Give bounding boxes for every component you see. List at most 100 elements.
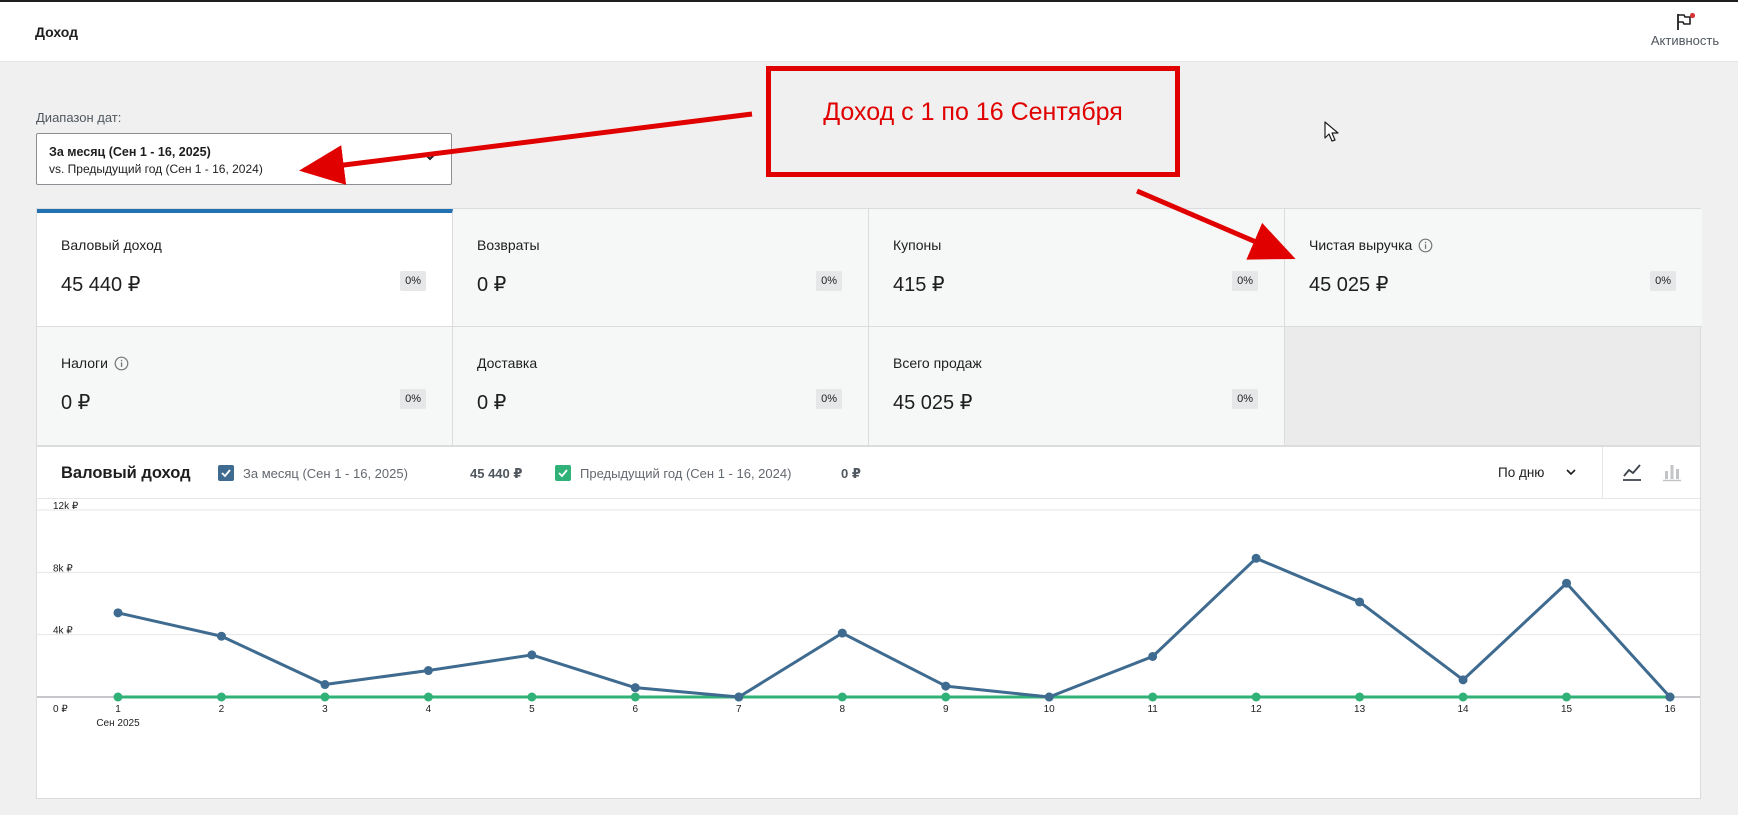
activity-label: Активность bbox=[1650, 33, 1720, 48]
flag-icon bbox=[1677, 12, 1696, 30]
x-tick-label: 12 bbox=[1251, 704, 1263, 715]
card-value: 415 ₽ bbox=[893, 274, 945, 296]
data-point bbox=[113, 692, 123, 702]
chart-title: Валовый доход bbox=[61, 464, 191, 482]
page-header: Доход Активность bbox=[0, 2, 1738, 62]
legend-total-previous: 0 ₽ bbox=[841, 466, 861, 481]
card-coupons[interactable]: Купоны 415 ₽ 0% bbox=[869, 209, 1285, 327]
annotation-callout-text: Доход с 1 по 16 Сентября bbox=[823, 98, 1123, 126]
card-label: Доставка bbox=[477, 355, 538, 371]
summary-cards: Валовый доход 45 440 ₽ 0% Возвраты 0 ₽ 0… bbox=[36, 208, 1702, 446]
legend-total-current: 45 440 ₽ bbox=[470, 466, 523, 481]
annotation-callout: Доход с 1 по 16 Сентября bbox=[766, 66, 1180, 177]
x-tick-label: 10 bbox=[1044, 704, 1056, 715]
checkbox-checked-icon[interactable] bbox=[555, 465, 571, 481]
chart-panel: Валовый доход За месяц (Сен 1 - 16, 2025… bbox=[36, 446, 1701, 799]
y-tick-label: 12k ₽ bbox=[53, 501, 79, 512]
data-point bbox=[941, 681, 951, 691]
x-tick-label: 14 bbox=[1458, 704, 1470, 715]
data-point bbox=[734, 692, 744, 702]
info-icon bbox=[114, 356, 129, 370]
x-tick-label: 13 bbox=[1354, 704, 1366, 715]
x-tick-label: 7 bbox=[736, 704, 742, 715]
x-tick-label: 8 bbox=[839, 704, 845, 715]
card-label: Налоги bbox=[61, 355, 108, 371]
card-total-sales[interactable]: Всего продаж 45 025 ₽ 0% bbox=[869, 327, 1285, 445]
x-sublabel: Сен 2025 bbox=[96, 718, 140, 729]
legend-label: За месяц (Сен 1 - 16, 2025) bbox=[243, 465, 408, 481]
series-line bbox=[117, 556, 1672, 699]
data-point bbox=[1355, 692, 1365, 702]
card-label: Купоны bbox=[893, 237, 942, 253]
data-point bbox=[1044, 692, 1054, 702]
card-delta-badge: 0% bbox=[400, 389, 426, 409]
x-tick-label: 11 bbox=[1147, 704, 1158, 715]
data-point bbox=[320, 692, 330, 702]
bar-chart-icon[interactable] bbox=[1661, 461, 1683, 483]
data-point bbox=[216, 692, 226, 702]
card-label: Чистая выручка bbox=[1309, 237, 1413, 253]
date-range-secondary: vs. Предыдущий год (Сен 1 - 16, 2024) bbox=[49, 162, 263, 176]
x-tick-label: 9 bbox=[943, 704, 949, 715]
card-refunds[interactable]: Возвраты 0 ₽ 0% bbox=[453, 209, 869, 327]
data-point bbox=[837, 692, 847, 702]
data-point bbox=[1251, 553, 1261, 563]
data-point bbox=[1458, 692, 1468, 702]
data-point bbox=[113, 608, 123, 618]
line-chart: 0 ₽4k ₽8k ₽12k ₽1 2 3 4 5 6 7 8 9 10 11 12 13 14 15 16С… bbox=[37, 501, 1700, 729]
card-net-revenue[interactable]: Чистая выручка 45 025 ₽ 0% bbox=[1285, 209, 1702, 327]
data-point bbox=[630, 692, 640, 702]
legend-item-previous[interactable]: Предыдущий год (Сен 1 - 16, 2024) bbox=[555, 465, 791, 481]
checkbox-checked-icon[interactable] bbox=[218, 465, 234, 481]
x-tick-label: 6 bbox=[633, 704, 639, 715]
card-delta-badge: 0% bbox=[1232, 389, 1258, 409]
legend-item-current[interactable]: За месяц (Сен 1 - 16, 2025) bbox=[218, 465, 408, 481]
interval-select[interactable]: По дню bbox=[1498, 465, 1576, 480]
card-label: Всего продаж bbox=[893, 355, 982, 371]
chart-type-toggle bbox=[1602, 447, 1700, 499]
card-value: 45 025 ₽ bbox=[1309, 274, 1389, 296]
card-value: 45 440 ₽ bbox=[61, 274, 141, 296]
card-delta-badge: 0% bbox=[1232, 271, 1258, 291]
data-point bbox=[216, 631, 226, 641]
activity-button[interactable]: Активность bbox=[1640, 12, 1730, 48]
info-icon bbox=[1418, 238, 1433, 252]
card-shipping[interactable]: Доставка 0 ₽ 0% bbox=[453, 327, 869, 445]
x-tick-label: 1 bbox=[115, 704, 121, 715]
data-point bbox=[1148, 651, 1158, 661]
interval-label: По дню bbox=[1498, 465, 1545, 480]
chart-header: Валовый доход За месяц (Сен 1 - 16, 2025… bbox=[37, 447, 1700, 499]
y-tick-label: 4k ₽ bbox=[53, 626, 73, 637]
x-tick-label: 3 bbox=[322, 704, 328, 715]
data-point bbox=[1355, 597, 1365, 607]
data-point bbox=[941, 692, 951, 702]
data-point bbox=[1665, 692, 1675, 702]
x-tick-label: 16 bbox=[1664, 704, 1676, 715]
data-point bbox=[630, 683, 640, 693]
card-taxes[interactable]: Налоги 0 ₽ 0% bbox=[37, 327, 453, 445]
data-point bbox=[423, 666, 433, 676]
date-range-label: Диапазон дат: bbox=[36, 110, 122, 125]
card-delta-badge: 0% bbox=[816, 271, 842, 291]
line-chart-icon[interactable] bbox=[1621, 461, 1643, 483]
data-point bbox=[1251, 692, 1261, 702]
card-delta-badge: 0% bbox=[1650, 271, 1676, 291]
x-tick-label: 15 bbox=[1561, 704, 1573, 715]
data-point bbox=[320, 680, 330, 690]
card-value: 45 025 ₽ bbox=[893, 392, 973, 414]
card-delta-badge: 0% bbox=[816, 389, 842, 409]
data-point bbox=[423, 692, 433, 702]
x-tick-label: 5 bbox=[529, 704, 535, 715]
data-point bbox=[1458, 675, 1468, 685]
card-label: Валовый доход bbox=[61, 237, 162, 253]
y-tick-label: 0 ₽ bbox=[53, 704, 68, 715]
card-label: Возвраты bbox=[477, 237, 540, 253]
card-value: 0 ₽ bbox=[477, 392, 507, 414]
card-value: 0 ₽ bbox=[477, 274, 507, 296]
card-gross-revenue[interactable]: Валовый доход 45 440 ₽ 0% bbox=[37, 209, 453, 327]
date-range-primary: За месяц (Сен 1 - 16, 2025) bbox=[49, 145, 211, 159]
data-point bbox=[527, 692, 537, 702]
card-value: 0 ₽ bbox=[61, 392, 91, 414]
data-point bbox=[837, 628, 847, 638]
date-range-select[interactable]: За месяц (Сен 1 - 16, 2025) vs. Предыдущ… bbox=[36, 133, 452, 185]
